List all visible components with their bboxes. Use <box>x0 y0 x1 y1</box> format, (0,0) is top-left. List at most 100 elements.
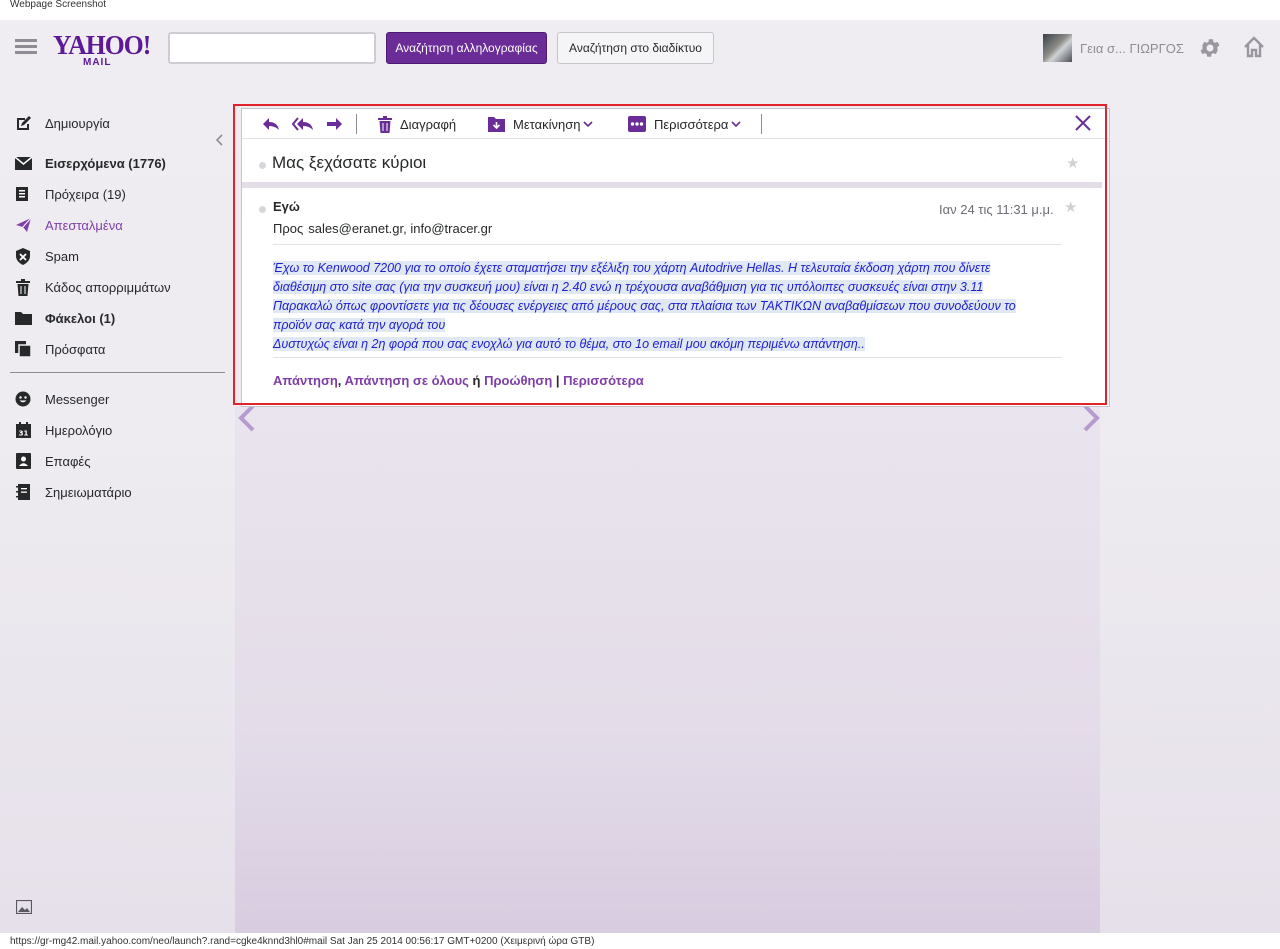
toolbar-separator <box>356 114 357 134</box>
chevron-down-icon <box>731 121 741 128</box>
sidebar-item-sent[interactable]: Απεσταλμένα <box>14 215 123 235</box>
reply-all-link[interactable]: Απάντηση σε όλους <box>345 373 469 388</box>
more-dots-icon <box>628 116 646 132</box>
more-label: Περισσότερα <box>654 116 729 132</box>
move-to-folder-icon <box>488 117 505 132</box>
top-caption: Webpage Screenshot <box>0 0 1280 20</box>
separator-or: ή <box>472 373 481 388</box>
previous-message-chevron-icon[interactable] <box>236 403 258 433</box>
body-line: προϊόν σας κατά την αγορά του <box>273 318 446 332</box>
sidebar-item-label: Πρόχειρα (19) <box>45 186 126 202</box>
sidebar-item-contacts[interactable]: Επαφές <box>14 451 90 471</box>
toolbar-separator <box>761 114 762 134</box>
next-message-chevron-icon[interactable] <box>1080 403 1102 433</box>
menu-icon[interactable] <box>15 39 37 55</box>
more-dropdown[interactable]: Περισσότερα <box>628 114 741 134</box>
more-link[interactable]: Περισσότερα <box>563 373 644 388</box>
separator-pipe: | <box>555 373 560 388</box>
home-icon[interactable] <box>1242 35 1266 59</box>
sidebar-item-trash[interactable]: Κάδος απορριμμάτων <box>14 277 171 297</box>
collapse-sidebar-chevron-icon[interactable] <box>214 134 226 146</box>
recent-icon <box>14 340 32 358</box>
sidebar-item-label: Εισερχόμενα (1776) <box>45 155 166 171</box>
calendar-icon: 31 <box>14 421 32 439</box>
message-toolbar: Διαγραφή Μετακίνηση Περισσότερα <box>242 109 1109 139</box>
sidebar-item-label: Επαφές <box>45 453 91 469</box>
forward-button[interactable] <box>326 114 343 134</box>
sidebar-item-calendar[interactable]: 31 Ημερολόγιο <box>14 420 112 440</box>
envelope-icon <box>14 154 32 172</box>
reply-button[interactable] <box>262 114 280 134</box>
delete-button[interactable]: Διαγραφή <box>378 114 456 134</box>
compose-icon <box>14 114 32 132</box>
separator-comma: , <box>337 373 342 388</box>
star-icon[interactable]: ★ <box>1064 198 1077 216</box>
body-line: Δυστυχώς είναι η 2η φορά που σας ενοχλώ … <box>273 337 865 351</box>
reply-all-icon <box>292 117 313 131</box>
reply-all-button[interactable] <box>292 114 314 134</box>
search-input[interactable] <box>168 32 376 64</box>
user-greeting[interactable]: Γεια σ... ΓΙΩΡΓΟΣ <box>1080 41 1184 56</box>
sidebar-item-messenger[interactable]: Messenger <box>14 389 109 409</box>
move-dropdown[interactable]: Μετακίνηση <box>488 114 594 134</box>
svg-text:31: 31 <box>18 430 28 438</box>
subject-divider <box>242 182 1102 188</box>
to-label: Προς <box>273 221 304 236</box>
sender-name[interactable]: Εγώ <box>273 199 300 214</box>
folder-icon <box>14 309 32 327</box>
sidebar-item-recent[interactable]: Πρόσφατα <box>14 339 105 359</box>
contacts-icon <box>14 452 32 470</box>
logo-text: YAHOO! <box>53 30 151 60</box>
sidebar-item-label: Απεσταλμένα <box>45 217 123 233</box>
yahoo-mail-app: YAHOO! MAIL Αναζήτηση αλληλογραφίας Αναζ… <box>0 20 1280 933</box>
compose-button[interactable]: Δημιουργία <box>14 113 110 133</box>
close-icon[interactable] <box>1074 114 1092 132</box>
sidebar-item-label: Φάκελοι (1) <box>45 310 116 326</box>
quick-actions: Απάντηση, Απάντηση σε όλους ή Προώθηση |… <box>273 373 644 388</box>
reply-link[interactable]: Απάντηση <box>273 373 338 388</box>
sidebar-item-notepad[interactable]: Σημειωματάριο <box>14 482 132 502</box>
sidebar-item-label: Spam <box>45 248 79 264</box>
chevron-down-icon <box>583 121 594 128</box>
sidebar-divider <box>10 372 225 373</box>
notepad-icon <box>14 483 32 501</box>
forward-arrow-icon <box>327 118 342 130</box>
body-line: Έχω το Kenwood 7200 για το οποίο έχετε σ… <box>273 261 991 275</box>
move-label: Μετακίνηση <box>513 116 581 132</box>
messenger-icon <box>14 390 32 408</box>
sidebar-item-drafts[interactable]: Πρόχειρα (19) <box>14 184 126 204</box>
body-line: διαθέσιμη στο site σας (για την συσκευή … <box>273 280 984 294</box>
body-line: Παρακαλώ όπως φροντίσετε για τις δέουσες… <box>273 299 1016 313</box>
star-icon[interactable]: ★ <box>1066 154 1079 172</box>
message-body: Έχω το Kenwood 7200 για το οποίο έχετε σ… <box>273 259 1063 354</box>
search-mail-button[interactable]: Αναζήτηση αλληλογραφίας <box>386 32 547 64</box>
recipient-list[interactable]: sales@eranet.gr, info@tracer.gr <box>308 221 492 236</box>
sidebar-item-label: Σημειωματάριο <box>45 484 132 500</box>
message-panel: Διαγραφή Μετακίνηση Περισσότερα Μας ξεχά… <box>241 108 1110 407</box>
message-list-background <box>235 406 1100 933</box>
reply-icon <box>263 118 279 130</box>
read-status-dot[interactable] <box>259 206 266 213</box>
delete-label: Διαγραφή <box>400 116 457 132</box>
recipients: Προς sales@eranet.gr, info@tracer.gr <box>273 221 492 236</box>
settings-gear-icon[interactable] <box>1198 36 1222 60</box>
message-date: Ιαν 24 τις 11:31 μ.μ. <box>939 202 1054 217</box>
avatar[interactable] <box>1043 34 1072 62</box>
header-divider <box>273 244 1062 245</box>
sidebar-item-folders[interactable]: Φάκελοι (1) <box>14 308 115 328</box>
trash-icon <box>14 278 32 296</box>
sidebar-item-label: Πρόσφατα <box>45 341 106 357</box>
sidebar-item-label: Κάδος απορριμμάτων <box>45 279 171 295</box>
bottom-caption-url: https://gr-mg42.mail.yahoo.com/neo/launc… <box>0 933 1280 949</box>
sidebar-item-inbox[interactable]: Εισερχόμενα (1776) <box>14 153 166 173</box>
image-theme-icon[interactable] <box>16 900 32 914</box>
search-web-button[interactable]: Αναζήτηση στο διαδίκτυο <box>557 32 714 64</box>
shield-icon <box>14 247 32 265</box>
sidebar-item-spam[interactable]: Spam <box>14 246 79 266</box>
unread-dot[interactable] <box>259 162 266 169</box>
forward-link[interactable]: Προώθηση <box>484 373 552 388</box>
message-subject: Μας ξεχάσατε κύριοι <box>272 153 427 172</box>
logo-subtext: MAIL <box>83 57 112 68</box>
drafts-icon <box>14 185 32 203</box>
yahoo-mail-logo[interactable]: YAHOO! MAIL <box>53 30 151 72</box>
